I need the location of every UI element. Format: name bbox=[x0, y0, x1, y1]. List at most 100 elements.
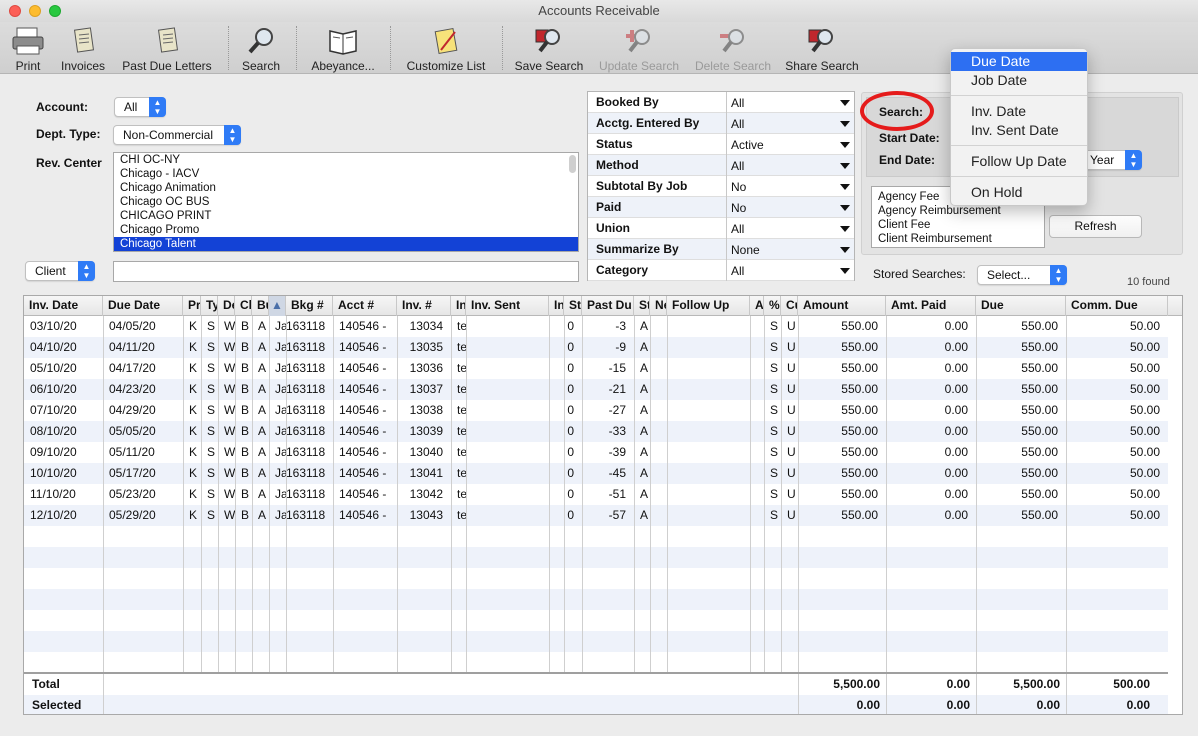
dropdown-arrow-icon[interactable] bbox=[840, 184, 850, 190]
column-header[interactable]: Due bbox=[976, 296, 1066, 316]
menu-item-job-date[interactable]: Job Date bbox=[951, 71, 1087, 90]
criteria-row[interactable]: Paid No bbox=[588, 197, 854, 218]
table-cell bbox=[549, 400, 564, 421]
table-row[interactable]: 07/10/2004/29/20KSWBAJa163118140546 -130… bbox=[24, 400, 1168, 421]
table-row[interactable]: 11/10/2005/23/20KSWBAJa163118140546 -130… bbox=[24, 484, 1168, 505]
column-header[interactable]: Ac bbox=[750, 296, 764, 316]
past-due-letters-button[interactable]: Past Due Letters bbox=[118, 22, 216, 74]
zoom-window-button[interactable] bbox=[49, 5, 61, 17]
list-item[interactable]: Chicago Promo bbox=[114, 223, 578, 237]
table-row[interactable]: 03/10/2004/05/20KSWBAJa163118140546 -130… bbox=[24, 316, 1168, 337]
customize-list-button[interactable]: Customize List bbox=[402, 22, 490, 74]
column-header[interactable]: Due Date bbox=[103, 296, 183, 316]
account-popup[interactable]: All ▲ ▼ bbox=[114, 97, 166, 117]
rev-center-list[interactable]: CHI OC-NY Chicago - IACV Chicago Animati… bbox=[113, 152, 579, 252]
column-header[interactable]: Acct # bbox=[333, 296, 397, 316]
column-header[interactable]: Bu bbox=[252, 296, 269, 316]
list-item[interactable]: Chicago Animation bbox=[114, 181, 578, 195]
table-row[interactable]: 09/10/2005/11/20KSWBAJa163118140546 -130… bbox=[24, 442, 1168, 463]
client-search-input[interactable] bbox=[113, 261, 579, 282]
column-header[interactable]: St bbox=[564, 296, 582, 316]
list-item-selected[interactable]: Chicago Talent bbox=[114, 237, 578, 251]
column-header[interactable]: Comm. Due bbox=[1066, 296, 1168, 316]
column-header[interactable]: In bbox=[451, 296, 466, 316]
column-header[interactable]: Inv. Date bbox=[24, 296, 103, 316]
menu-item-inv-sent-date[interactable]: Inv. Sent Date bbox=[951, 121, 1087, 140]
table-row[interactable] bbox=[24, 526, 1168, 547]
column-header[interactable]: Inv. # bbox=[397, 296, 451, 316]
table-row[interactable] bbox=[24, 547, 1168, 568]
dropdown-arrow-icon[interactable] bbox=[840, 268, 850, 274]
list-item[interactable]: Chicago OC BUS bbox=[114, 195, 578, 209]
dropdown-arrow-icon[interactable] bbox=[840, 205, 850, 211]
column-header[interactable]: Cl bbox=[235, 296, 252, 316]
scrollbar-thumb[interactable] bbox=[569, 155, 576, 173]
stored-searches-popup[interactable]: Select... ▲ ▼ bbox=[977, 265, 1067, 285]
table-row[interactable]: 06/10/2004/23/20KSWBAJa163118140546 -130… bbox=[24, 379, 1168, 400]
table-row[interactable] bbox=[24, 610, 1168, 631]
criteria-row[interactable]: Status Active bbox=[588, 134, 854, 155]
dropdown-arrow-icon[interactable] bbox=[840, 247, 850, 253]
minimize-window-button[interactable] bbox=[29, 5, 41, 17]
list-item[interactable]: Client Fee bbox=[872, 218, 1044, 232]
column-header[interactable]: Inv. Sent bbox=[466, 296, 549, 316]
column-header[interactable]: Past Du bbox=[582, 296, 634, 316]
table-row[interactable]: 05/10/2004/17/20KSWBAJa163118140546 -130… bbox=[24, 358, 1168, 379]
delete-search-button[interactable]: Delete Search bbox=[694, 22, 772, 74]
column-header[interactable]: Follow Up bbox=[667, 296, 750, 316]
column-header[interactable]: Bkg # bbox=[286, 296, 333, 316]
close-window-button[interactable] bbox=[9, 5, 21, 17]
list-item[interactable]: Agency Reimbursement bbox=[872, 204, 1044, 218]
column-header[interactable]: De bbox=[218, 296, 235, 316]
dropdown-arrow-icon[interactable] bbox=[840, 226, 850, 232]
criteria-row[interactable]: Method All bbox=[588, 155, 854, 176]
search-button[interactable]: Search bbox=[238, 22, 284, 74]
table-row[interactable] bbox=[24, 652, 1168, 673]
list-item[interactable]: Client Reimbursement bbox=[872, 232, 1044, 246]
table-row[interactable]: 10/10/2005/17/20KSWBAJa163118140546 -130… bbox=[24, 463, 1168, 484]
list-item[interactable]: CHI OC-NY bbox=[114, 153, 578, 167]
column-header[interactable]: Amt. Paid bbox=[886, 296, 976, 316]
table-row[interactable]: 12/10/2005/29/20KSWBAJa163118140546 -130… bbox=[24, 505, 1168, 526]
criteria-row[interactable]: Booked By All bbox=[588, 92, 854, 113]
dept-type-popup[interactable]: Non-Commercial ▲ ▼ bbox=[113, 125, 241, 145]
column-header[interactable]: Ty bbox=[201, 296, 218, 316]
refresh-button[interactable]: Refresh bbox=[1049, 215, 1142, 238]
dropdown-arrow-icon[interactable] bbox=[840, 142, 850, 148]
dropdown-arrow-icon[interactable] bbox=[840, 163, 850, 169]
sort-ascending-icon[interactable]: ▲ bbox=[269, 296, 286, 316]
menu-item-due-date[interactable]: Due Date bbox=[951, 52, 1087, 71]
client-popup[interactable]: Client ▲ ▼ bbox=[25, 261, 95, 281]
column-header[interactable]: Pr bbox=[183, 296, 201, 316]
column-header[interactable]: Amount bbox=[798, 296, 886, 316]
column-header[interactable]: % bbox=[764, 296, 781, 316]
menu-item-on-hold[interactable]: On Hold bbox=[951, 183, 1087, 202]
update-search-button[interactable]: Update Search bbox=[598, 22, 680, 74]
abeyance-button[interactable]: Abeyance... bbox=[306, 22, 380, 74]
list-item[interactable]: Chicago - IACV bbox=[114, 167, 578, 181]
criteria-row[interactable]: Summarize By None bbox=[588, 239, 854, 260]
table-row[interactable] bbox=[24, 589, 1168, 610]
column-header[interactable]: In bbox=[549, 296, 564, 316]
list-item[interactable]: CHICAGO PRINT bbox=[114, 209, 578, 223]
menu-item-inv-date[interactable]: Inv. Date bbox=[951, 102, 1087, 121]
print-button[interactable]: Print bbox=[6, 22, 50, 74]
dropdown-arrow-icon[interactable] bbox=[840, 121, 850, 127]
column-header[interactable]: St bbox=[634, 296, 650, 316]
dropdown-arrow-icon[interactable] bbox=[840, 100, 850, 106]
criteria-row[interactable]: Acctg. Entered By All bbox=[588, 113, 854, 134]
criteria-row[interactable]: Union All bbox=[588, 218, 854, 239]
criteria-row[interactable]: Subtotal By Job No bbox=[588, 176, 854, 197]
table-row[interactable]: 04/10/2004/11/20KSWBAJa163118140546 -130… bbox=[24, 337, 1168, 358]
table-row[interactable] bbox=[24, 631, 1168, 652]
column-header[interactable]: Ne bbox=[650, 296, 667, 316]
table-cell: Ja bbox=[275, 382, 286, 396]
save-search-button[interactable]: Save Search bbox=[514, 22, 584, 74]
share-search-button[interactable]: Share Search bbox=[784, 22, 860, 74]
column-header[interactable]: Cu bbox=[781, 296, 798, 316]
invoices-button[interactable]: Invoices bbox=[58, 22, 108, 74]
menu-item-follow-up-date[interactable]: Follow Up Date bbox=[951, 152, 1087, 171]
table-row[interactable] bbox=[24, 568, 1168, 589]
table-row[interactable]: 08/10/2005/05/20KSWBAJa163118140546 -130… bbox=[24, 421, 1168, 442]
criteria-row[interactable]: Category All bbox=[588, 260, 854, 281]
